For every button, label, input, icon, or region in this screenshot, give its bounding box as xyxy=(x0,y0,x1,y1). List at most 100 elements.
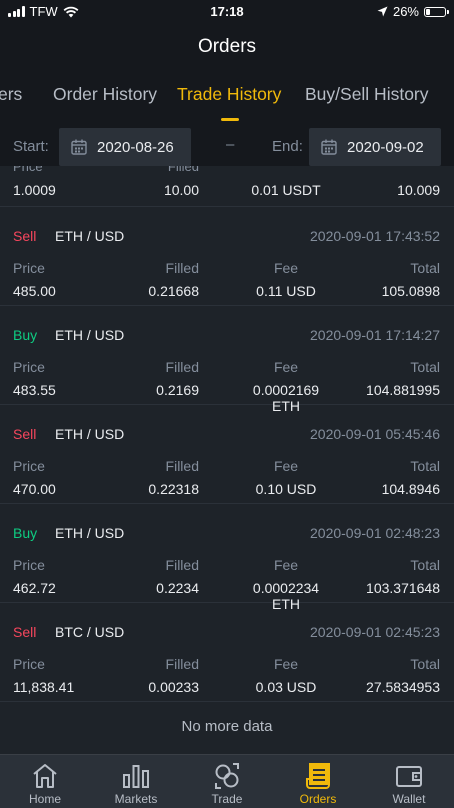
date-filter: Start: 2020-08-26 – End: 2020-09-02 xyxy=(0,126,454,166)
column-header-filled: Filled xyxy=(165,656,199,672)
column-header-price: Price xyxy=(13,656,45,672)
nav-wallet-label: Wallet xyxy=(392,792,426,806)
trade-pair: ETH / USD xyxy=(55,228,125,244)
nav-trade[interactable]: Trade xyxy=(182,755,272,808)
trade-price: 470.00 xyxy=(13,481,56,497)
nav-home[interactable]: Home xyxy=(0,755,90,808)
order-tabs: ers Order History Trade History Buy/Sell… xyxy=(0,70,454,126)
trade-filled: 10.00 xyxy=(163,182,199,198)
trade-fee: 0.11 USD xyxy=(256,283,316,299)
list-item[interactable]: Sell ETH / USD 2020-09-01 17:43:52 Price… xyxy=(0,207,454,306)
date-separator: – xyxy=(226,136,235,153)
trade-time: 2020-09-01 17:14:27 xyxy=(310,327,440,343)
status-bar: TFW 17:18 26% xyxy=(0,0,454,24)
end-label: End: xyxy=(272,138,303,155)
trade-total: 105.0898 xyxy=(381,283,440,299)
calendar-icon xyxy=(321,139,337,155)
trade-list[interactable]: Price Filled 1.0009 10.00 0.01 USDT 10.0… xyxy=(0,166,454,754)
trade-time: 2020-09-01 02:45:23 xyxy=(310,624,440,640)
column-header-fee: Fee xyxy=(273,359,299,375)
list-item[interactable]: Price Filled 1.0009 10.00 0.01 USDT 10.0… xyxy=(0,166,454,207)
trade-side: Buy xyxy=(13,327,38,343)
trade-price: 462.72 xyxy=(13,580,56,596)
column-header-filled: Filled xyxy=(167,166,199,174)
column-header-price: Price xyxy=(13,458,45,474)
trade-total: 104.8946 xyxy=(381,481,440,497)
trade-price: 483.55 xyxy=(13,382,56,398)
list-item[interactable]: Sell BTC / USD 2020-09-01 02:45:23 Price… xyxy=(0,603,454,702)
tab-buy-sell-history[interactable]: Buy/Sell History xyxy=(305,84,429,105)
markets-icon xyxy=(123,765,149,788)
orders-icon xyxy=(306,763,330,789)
trade-side: Sell xyxy=(13,228,37,244)
trade-side: Buy xyxy=(13,525,38,541)
trade-total: 103.371648 xyxy=(366,580,440,596)
trade-icon xyxy=(215,763,239,789)
trade-fee: 0.03 USD xyxy=(255,679,317,695)
page-title: Orders xyxy=(0,24,454,70)
trade-side: Sell xyxy=(13,426,37,442)
column-header-fee: Fee xyxy=(273,557,299,573)
column-header-total: Total xyxy=(410,260,440,276)
column-header-filled: Filled xyxy=(165,260,199,276)
location-arrow-icon xyxy=(377,6,388,17)
trade-filled: 0.21668 xyxy=(148,283,199,299)
column-header-price: Price xyxy=(13,260,45,276)
column-header-fee: Fee xyxy=(273,656,299,672)
trade-fee: 0.01 USDT xyxy=(251,182,321,198)
list-item[interactable]: Sell ETH / USD 2020-09-01 05:45:46 Price… xyxy=(0,405,454,504)
trade-time: 2020-09-01 17:43:52 xyxy=(310,228,440,244)
trade-total: 10.009 xyxy=(397,182,440,198)
nav-orders[interactable]: Orders xyxy=(273,755,363,808)
nav-orders-label: Orders xyxy=(299,792,337,806)
tab-trade-history[interactable]: Trade History xyxy=(177,84,281,105)
column-header-fee: Fee xyxy=(273,458,299,474)
start-date-value: 2020-08-26 xyxy=(97,138,174,156)
tab-open-orders[interactable]: ers xyxy=(0,84,22,105)
nav-home-label: Home xyxy=(28,792,61,806)
calendar-icon xyxy=(71,139,87,155)
bottom-nav: Home Markets Trade Orders Wallet xyxy=(0,754,454,808)
trade-side: Sell xyxy=(13,624,37,640)
trade-time: 2020-09-01 02:48:23 xyxy=(310,525,440,541)
list-item[interactable]: Buy ETH / USD 2020-09-01 02:48:23 Price … xyxy=(0,504,454,612)
trade-filled: 0.2169 xyxy=(156,382,199,398)
trade-total: 27.5834953 xyxy=(366,679,440,695)
no-more-data: No more data xyxy=(181,718,273,735)
nav-trade-label: Trade xyxy=(211,792,243,806)
battery-icon xyxy=(424,6,449,17)
active-tab-indicator xyxy=(221,118,239,121)
column-header-price: Price xyxy=(13,359,45,375)
list-item[interactable]: Buy ETH / USD 2020-09-01 17:14:27 Price … xyxy=(0,306,454,414)
trade-price: 11,838.41 xyxy=(13,679,75,695)
nav-wallet[interactable]: Wallet xyxy=(364,755,454,808)
column-header-filled: Filled xyxy=(165,557,199,573)
battery-percent: 26% xyxy=(392,4,419,19)
home-icon xyxy=(33,764,57,788)
column-header-price: Price xyxy=(13,557,45,573)
start-label: Start: xyxy=(13,138,49,155)
column-header-total: Total xyxy=(410,557,440,573)
end-date-value: 2020-09-02 xyxy=(347,138,424,156)
nav-markets[interactable]: Markets xyxy=(91,755,181,808)
tab-order-history[interactable]: Order History xyxy=(53,84,157,105)
trade-pair: ETH / USD xyxy=(55,426,125,442)
start-date-picker[interactable]: 2020-08-26 xyxy=(59,128,191,166)
trade-filled: 0.2234 xyxy=(156,580,199,596)
column-header-filled: Filled xyxy=(165,359,199,375)
trade-filled: 0.00233 xyxy=(148,679,199,695)
trade-pair: BTC / USD xyxy=(55,624,125,640)
column-header-filled: Filled xyxy=(165,458,199,474)
trade-filled: 0.22318 xyxy=(148,481,199,497)
end-date-picker[interactable]: 2020-09-02 xyxy=(309,128,441,166)
trade-pair: ETH / USD xyxy=(55,327,125,343)
nav-markets-label: Markets xyxy=(114,792,158,806)
trade-pair: ETH / USD xyxy=(55,525,125,541)
column-header-fee: Fee xyxy=(273,260,299,276)
trade-price: 1.0009 xyxy=(13,182,56,198)
column-header-total: Total xyxy=(410,656,440,672)
column-header-price: Price xyxy=(13,166,43,174)
column-header-total: Total xyxy=(410,359,440,375)
trade-fee: 0.10 USD xyxy=(255,481,317,497)
wallet-icon xyxy=(396,766,422,787)
